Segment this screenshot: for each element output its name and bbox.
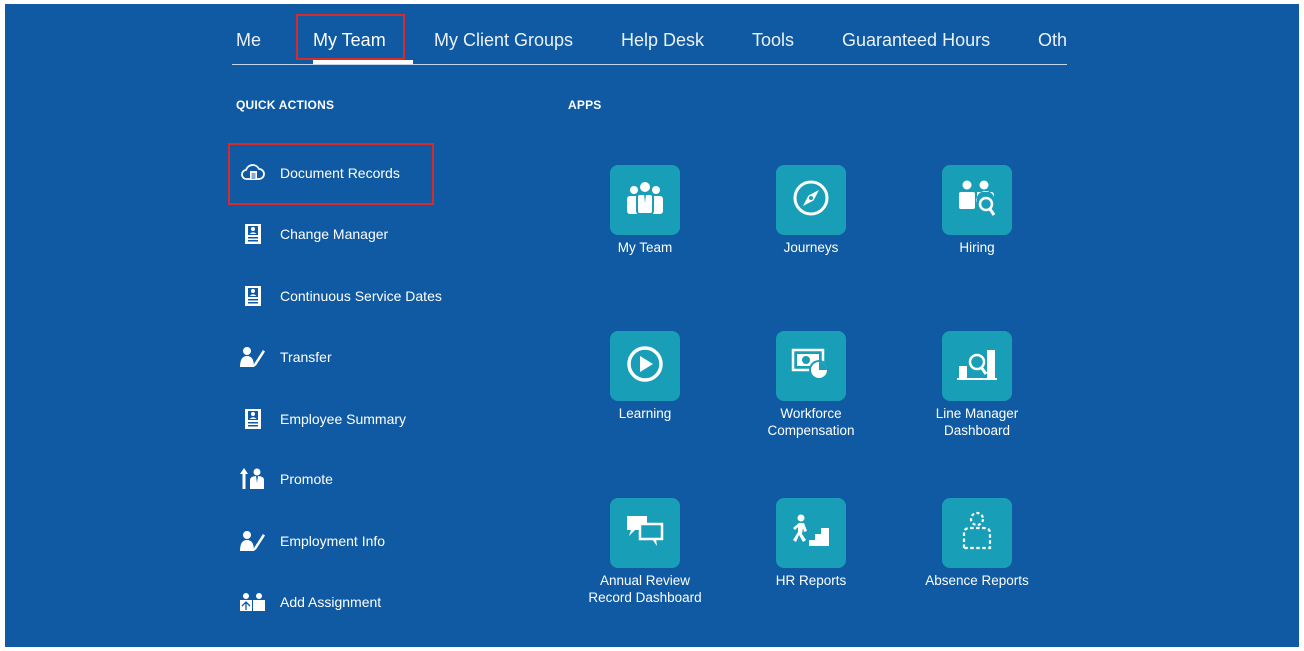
app-label: Line Manager Dashboard [935,406,1019,438]
app-line-manager-dashboard[interactable]: Line Manager Dashboard [902,331,1052,439]
highlight-box-my-team [296,14,405,60]
highlight-box-document-records [228,143,434,205]
app-label: My Team [617,240,673,255]
tab-other[interactable]: Oth [1038,24,1067,56]
quick-action-label: Promote [280,471,333,487]
quick-action-label: Continuous Service Dates [280,288,442,304]
app-tile [776,331,846,401]
apps-heading: APPS [568,98,602,112]
quick-action-label: Transfer [280,349,332,365]
app-label: Absence Reports [925,573,1029,588]
people-search-icon [957,179,997,222]
chat-bubbles-icon [625,514,665,553]
quick-action-change-manager[interactable]: Change Manager [240,218,388,250]
quick-action-add-assignment[interactable]: Add Assignment [240,586,381,618]
app-label: Hiring [959,240,995,255]
quick-actions-heading: QUICK ACTIONS [236,98,335,112]
person-edit-icon [240,344,266,370]
active-tab-underline [313,60,413,64]
play-circle-icon [625,344,665,389]
id-badge-icon [240,221,266,247]
app-my-team[interactable]: My Team [570,165,720,256]
tab-me[interactable]: Me [236,24,261,56]
app-tile [610,331,680,401]
id-badge-icon [240,406,266,432]
quick-action-label: Add Assignment [280,594,382,610]
app-learning[interactable]: Learning [570,331,720,422]
dashed-person-icon [960,511,994,556]
chart-search-icon [957,346,997,387]
quick-action-employee-summary[interactable]: Employee Summary [240,403,406,435]
app-label: Annual Review Record Dashboard [588,573,702,605]
tab-tools[interactable]: Tools [752,24,794,56]
app-tile [942,165,1012,235]
tab-guaranteed-hours[interactable]: Guaranteed Hours [842,24,990,56]
tab-my-client-groups[interactable]: My Client Groups [434,24,573,56]
app-tile [776,165,846,235]
person-up-arrow-icon [240,466,266,492]
person-edit-icon [240,528,266,554]
quick-action-label: Employment Info [280,533,386,549]
quick-action-label: Change Manager [280,226,389,242]
quick-action-employment-info[interactable]: Employment Info [240,525,385,557]
app-tile [776,498,846,568]
app-workforce-compensation[interactable]: Workforce Compensation [736,331,886,439]
compass-icon [792,179,830,222]
app-tile [610,165,680,235]
people-add-icon [240,589,266,615]
app-hiring[interactable]: Hiring [902,165,1052,256]
tab-help-desk[interactable]: Help Desk [621,24,704,56]
app-label: Learning [618,406,672,421]
app-label: HR Reports [775,573,847,588]
app-hr-reports[interactable]: HR Reports [736,498,886,589]
app-annual-review-record-dashboard[interactable]: Annual Review Record Dashboard [570,498,720,606]
app-tile [942,498,1012,568]
person-stairs-icon [791,514,831,553]
id-badge-icon [240,283,266,309]
app-tile [610,498,680,568]
quick-action-label: Employee Summary [280,411,407,427]
app-absence-reports[interactable]: Absence Reports [902,498,1052,589]
quick-action-transfer[interactable]: Transfer [240,341,332,373]
app-label: Journeys [783,240,839,255]
app-label: Workforce Compensation [767,406,855,438]
app-journeys[interactable]: Journeys [736,165,886,256]
team-icon [625,181,665,220]
quick-action-promote[interactable]: Promote [240,463,333,495]
app-tile [942,331,1012,401]
money-chart-icon [791,347,831,386]
quick-action-continuous-service-dates[interactable]: Continuous Service Dates [240,280,442,312]
